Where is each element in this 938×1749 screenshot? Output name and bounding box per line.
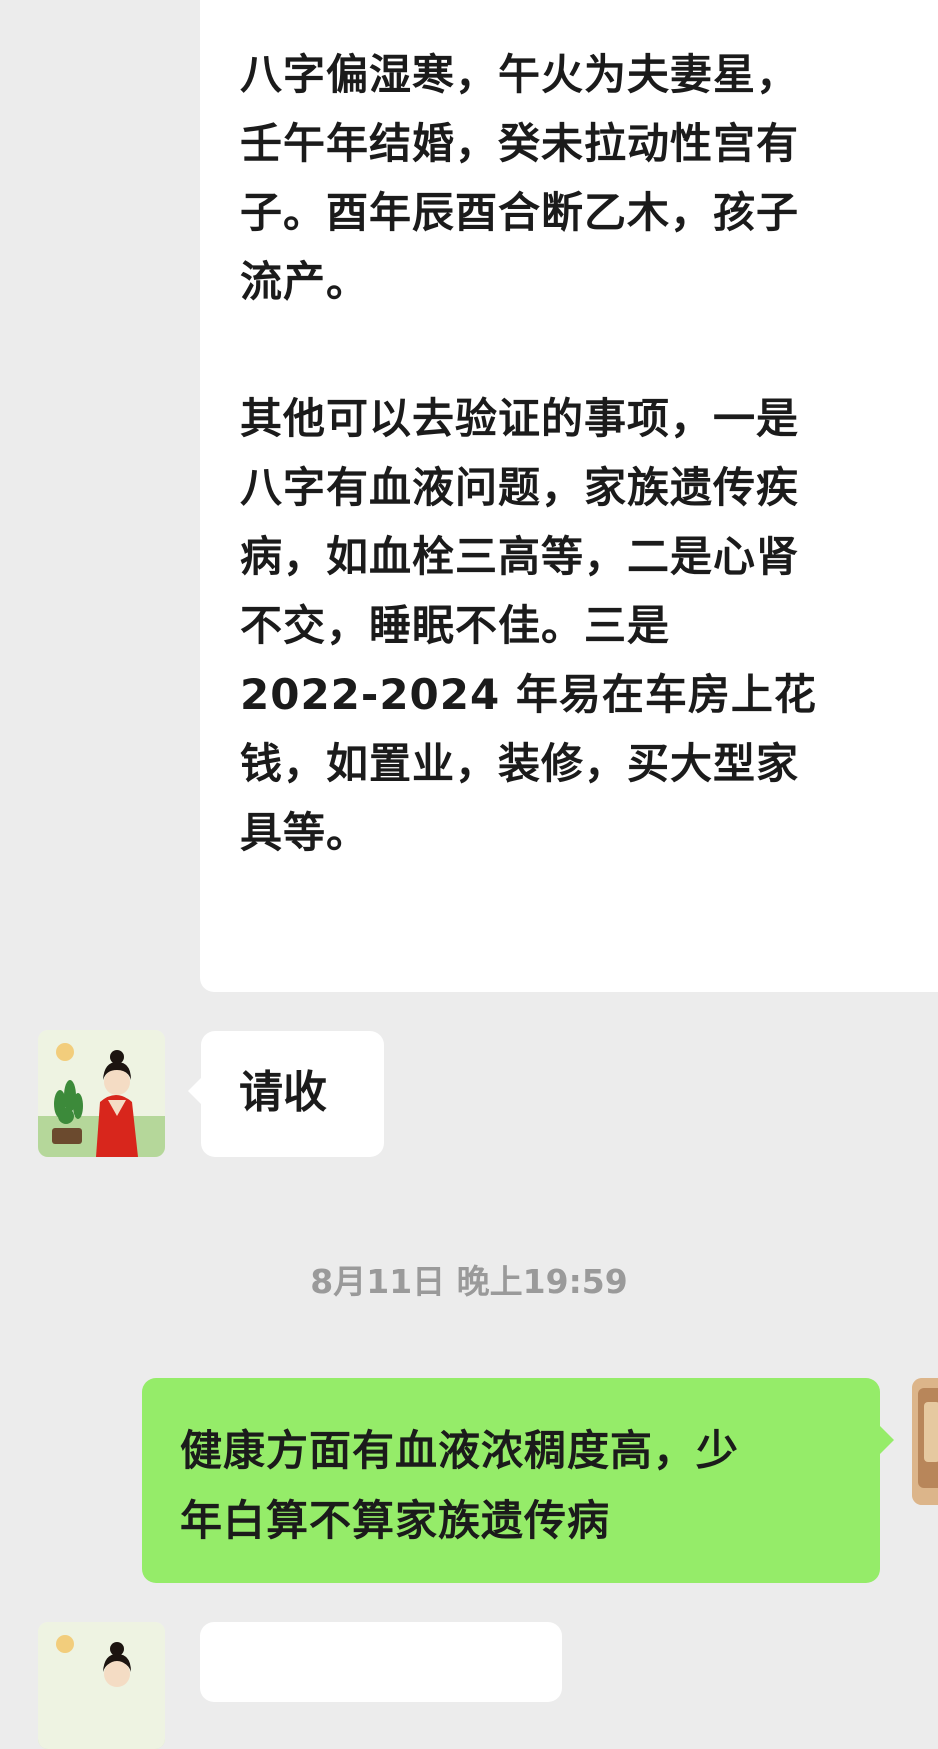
avatar-woman-red-dress-icon	[38, 1030, 165, 1157]
bubble-tail	[880, 1426, 894, 1454]
bubble-tail	[188, 1077, 202, 1105]
message-text: 健康方面有血液浓稠度高，少 年白算不算家族遗传病	[180, 1426, 740, 1545]
contact-avatar[interactable]	[38, 1030, 165, 1157]
self-avatar[interactable]	[912, 1378, 938, 1505]
message-paragraph: 其他可以去验证的事项，一是 八字有血液问题，家族遗传疾 病，如血栓三高等，二是心…	[240, 394, 817, 857]
incoming-message-bubble[interactable]	[200, 1622, 562, 1702]
avatar-self-icon	[912, 1378, 938, 1505]
contact-avatar[interactable]	[38, 1622, 165, 1749]
incoming-message-bubble[interactable]: 请收	[188, 1031, 384, 1157]
message-paragraph: 八字偏湿寒，午火为夫妻星， 壬午年结婚，癸未拉动性宫有 子。酉年辰酉合断乙木，孩…	[240, 50, 800, 306]
avatar-woman-red-dress-icon	[38, 1622, 165, 1749]
chat-timestamp: 8月11日 晚上19:59	[310, 1262, 628, 1301]
incoming-message-bubble[interactable]: 八字偏湿寒，午火为夫妻星， 壬午年结婚，癸未拉动性宫有 子。酉年辰酉合断乙木，孩…	[200, 0, 938, 992]
outgoing-message-bubble[interactable]: 健康方面有血液浓稠度高，少 年白算不算家族遗传病	[142, 1378, 894, 1583]
message-text: 请收	[239, 1067, 327, 1118]
